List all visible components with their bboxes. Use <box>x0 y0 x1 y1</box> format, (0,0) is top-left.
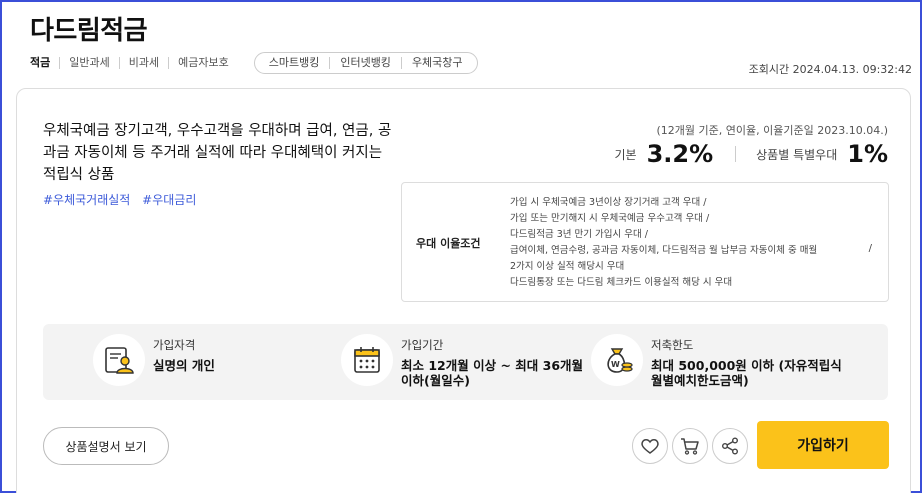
condition-item: 다드림적금 3년 만기 가입시 우대 / <box>510 229 648 240</box>
period-item: 가입기간 최소 12개월 이상 ~ 최대 36개월 이하(월일수) <box>341 334 591 388</box>
svg-text:W: W <box>611 360 620 369</box>
share-icon <box>722 437 738 455</box>
tag-tax-free: 비과세 <box>118 57 168 69</box>
cart-icon <box>681 438 699 455</box>
condition-item: 2가지 이상 실적 해당시 우대 <box>510 261 625 272</box>
condition-separator: / <box>868 243 872 254</box>
preferential-conditions-box: 우대 이율조건 가입 시 우체국예금 3년이상 장기거래 고객 우대 / 가입 … <box>401 182 889 302</box>
period-value: 최소 12개월 이상 ~ 최대 36개월 이하(월일수) <box>401 358 584 388</box>
rate-divider <box>735 146 737 162</box>
money-bag-icon: W <box>591 334 643 386</box>
limit-label: 저축한도 <box>651 338 694 352</box>
tag-general-tax: 일반과세 <box>59 57 118 69</box>
channel-smart-banking: 스마트뱅킹 <box>268 56 320 69</box>
share-button[interactable] <box>712 428 748 464</box>
product-manual-button[interactable]: 상품설명서 보기 <box>43 427 169 465</box>
base-rate-value: 3.2% <box>646 140 714 168</box>
tag-deposit-protection: 예금자보호 <box>168 57 238 69</box>
eligibility-label: 가입자격 <box>153 338 196 352</box>
eligibility-item: 가입자격 실명의 개인 <box>93 334 215 386</box>
channel-pills: 스마트뱅킹 인터넷뱅킹 우체국창구 <box>253 52 478 74</box>
base-rate-label: 기본 <box>614 147 637 162</box>
special-rate-value: 1% <box>847 140 888 168</box>
period-label: 가입기간 <box>401 338 444 352</box>
tag-savings: 적금 <box>30 56 51 69</box>
channel-post-office: 우체국창구 <box>400 57 473 69</box>
condition-item: 다드림통장 또는 다드림 체크카드 이용실적 해당 시 우대 <box>510 277 733 288</box>
special-rate-label: 상품별 특별우대 <box>756 147 838 162</box>
lookup-time: 조회시간 2024.04.13. 09:32:42 <box>748 63 912 76</box>
product-tags: 적금 일반과세 비과세 예금자보호 스마트뱅킹 인터넷뱅킹 우체국창구 <box>30 52 478 74</box>
condition-item: 급여이체, 연금수령, 공과금 자동이체, 다드림적금 월 납부금 자동이체 중… <box>510 245 818 256</box>
rate-basis: (12개월 기준, 연이율, 이율기준일 2023.10.04.) <box>656 124 888 137</box>
limit-item: W 저축한도 최대 500,000원 이하 (자유적립식월별예치한도금액) <box>591 334 851 388</box>
product-description: 우체국예금 장기고객, 우수고객을 우대하며 급여, 연금, 공과금 자동이체 … <box>43 123 392 183</box>
hashtag-link[interactable]: #우체국거래실적 <box>43 193 130 207</box>
eligibility-value: 실명의 개인 <box>153 358 215 373</box>
favorite-button[interactable] <box>632 428 668 464</box>
limit-value: 최대 500,000원 이하 (자유적립식월별예치한도금액) <box>651 358 842 388</box>
channel-internet-banking: 인터넷뱅킹 <box>329 57 401 69</box>
condition-item: 가입 시 우체국예금 3년이상 장기거래 고객 우대 / <box>510 197 707 208</box>
condition-item: 가입 또는 만기해지 시 우체국예금 우수고객 우대 / <box>510 213 710 224</box>
person-document-icon <box>93 334 145 386</box>
hashtag-link[interactable]: #우대금리 <box>142 193 196 207</box>
product-card: 우체국예금 장기고객, 우수고객을 우대하며 급여, 연금, 공과금 자동이체 … <box>16 88 911 493</box>
hashtags: #우체국거래실적 #우대금리 <box>43 191 204 208</box>
join-button[interactable]: 가입하기 <box>757 421 889 469</box>
heart-icon <box>641 439 659 454</box>
conditions-title: 우대 이율조건 <box>416 237 481 250</box>
product-info-panel: 가입자격 실명의 개인 가입기간 최소 12개월 이상 ~ 최대 36개월 이하… <box>43 324 888 400</box>
page-title: 다드림적금 <box>30 16 148 46</box>
conditions-list: 가입 시 우체국예금 3년이상 장기거래 고객 우대 / 가입 또는 만기해지 … <box>510 195 872 291</box>
cart-button[interactable] <box>672 428 708 464</box>
rates-row: 기본 3.2% 상품별 특별우대 1% <box>614 140 888 168</box>
calendar-icon <box>341 334 393 386</box>
